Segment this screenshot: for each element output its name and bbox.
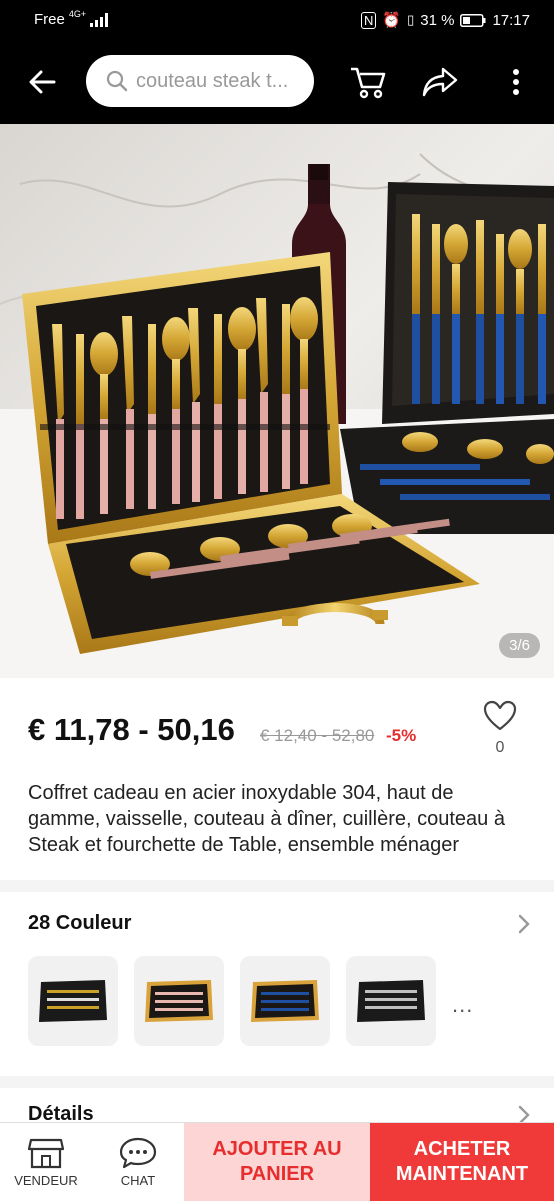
chat-bubble-icon bbox=[119, 1137, 157, 1168]
product-title: Coffret cadeau en acier inoxydable 304, … bbox=[28, 782, 505, 856]
chat-button[interactable]: CHAT bbox=[92, 1123, 184, 1201]
carrier-label: Free bbox=[34, 11, 65, 28]
original-price: € 12,40 - 52,80 bbox=[260, 726, 375, 745]
variant-thumb[interactable] bbox=[346, 956, 436, 1046]
search-icon bbox=[106, 70, 128, 92]
battery-icon bbox=[460, 13, 486, 27]
store-icon bbox=[28, 1138, 64, 1168]
network-label: 4G+ bbox=[68, 8, 87, 19]
nfc-icon: N bbox=[361, 11, 377, 29]
vendor-label: VENDEUR bbox=[14, 1172, 78, 1188]
variant-thumb[interactable] bbox=[28, 956, 118, 1046]
cart-button[interactable] bbox=[348, 62, 388, 102]
share-icon bbox=[422, 67, 458, 97]
product-image-gallery[interactable]: 3/6 bbox=[0, 124, 554, 678]
wishlist-button[interactable]: 0 bbox=[480, 700, 520, 757]
bottom-action-bar: VENDEUR CHAT AJOUTER AU PANIER ACHETER M… bbox=[0, 1122, 554, 1201]
top-toolbar bbox=[0, 40, 554, 124]
heart-icon bbox=[483, 700, 517, 731]
alarm-icon: ⏰ bbox=[382, 12, 402, 29]
wishlist-count: 0 bbox=[495, 739, 505, 756]
image-counter: 3/6 bbox=[499, 633, 540, 658]
chevron-right-icon[interactable] bbox=[518, 914, 530, 934]
more-variants[interactable]: ... bbox=[452, 992, 473, 1018]
back-button[interactable] bbox=[22, 62, 62, 102]
signal-icon bbox=[90, 12, 109, 27]
cutlery-box-thumbnail bbox=[39, 980, 107, 1022]
cart-icon bbox=[351, 67, 386, 99]
chat-label: CHAT bbox=[120, 1172, 156, 1188]
variant-heading[interactable]: 28 Couleur bbox=[28, 912, 131, 935]
vibrate-icon: ▯ bbox=[407, 12, 415, 27]
divider bbox=[0, 1076, 554, 1088]
price-row: € 11,78 - 50,16 € 12,40 - 52,80 -5% bbox=[28, 712, 528, 762]
back-arrow-icon bbox=[29, 70, 56, 94]
buy-now-button[interactable]: ACHETER MAINTENANT bbox=[370, 1123, 554, 1201]
battery-percent: 31 % bbox=[420, 11, 455, 29]
variant-thumb[interactable] bbox=[134, 956, 224, 1046]
clock: 17:17 bbox=[492, 11, 530, 29]
cutlery-box-thumbnail bbox=[357, 980, 425, 1022]
search-input[interactable] bbox=[134, 68, 298, 94]
share-button[interactable] bbox=[420, 62, 460, 102]
more-vertical-icon bbox=[513, 69, 519, 95]
variant-thumbnails bbox=[28, 956, 436, 1046]
vendor-button[interactable]: VENDEUR bbox=[0, 1123, 92, 1201]
more-options-button[interactable] bbox=[496, 62, 536, 102]
cutlery-box-thumbnail bbox=[251, 980, 319, 1022]
add-to-cart-button[interactable]: AJOUTER AU PANIER bbox=[184, 1123, 370, 1201]
cutlery-box-thumbnail bbox=[145, 980, 213, 1022]
search-box[interactable] bbox=[86, 55, 314, 107]
product-photo bbox=[0, 124, 554, 678]
discount-badge: -5% bbox=[386, 726, 417, 745]
variant-thumb[interactable] bbox=[240, 956, 330, 1046]
status-bar: Free 4G+ N ⏰ ▯ 31 % 17:17 bbox=[0, 0, 554, 40]
price: € 11,78 - 50,16 bbox=[28, 712, 235, 747]
divider bbox=[0, 880, 554, 892]
